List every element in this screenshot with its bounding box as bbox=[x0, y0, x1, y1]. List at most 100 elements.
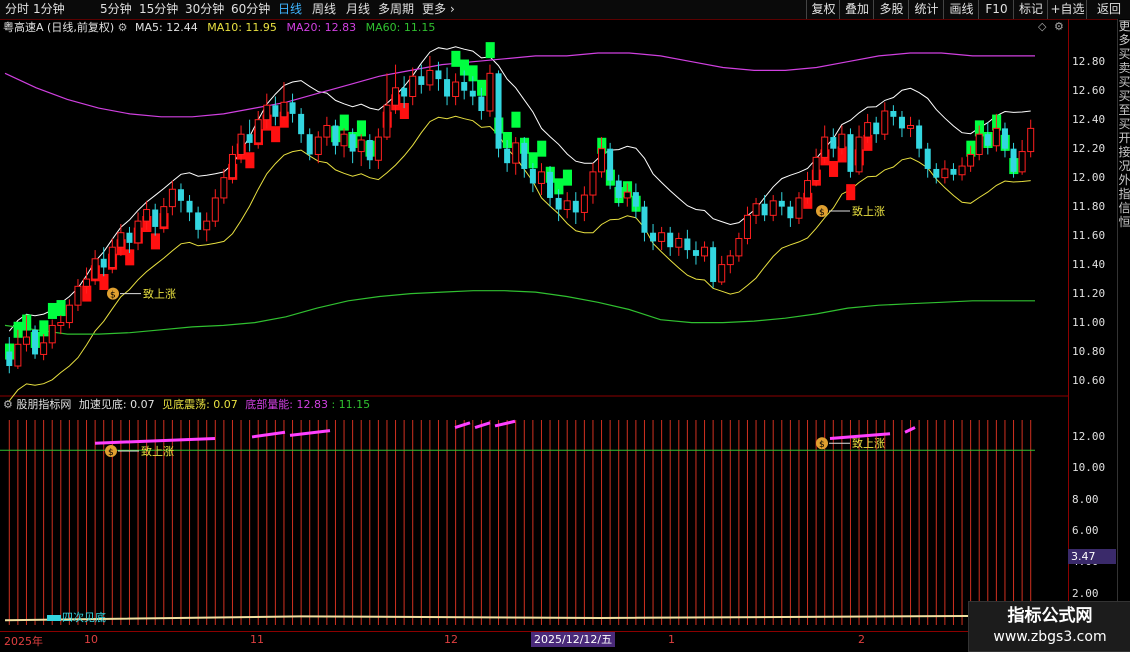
candle-body bbox=[804, 180, 812, 199]
candle-body bbox=[787, 206, 794, 219]
candle-body bbox=[1010, 148, 1017, 172]
candle-body bbox=[881, 110, 889, 135]
candle-body bbox=[357, 139, 365, 153]
price-tick-label: 11.80 bbox=[1072, 199, 1106, 213]
green-band-segment bbox=[356, 120, 366, 137]
side-char: 开 bbox=[1118, 131, 1130, 145]
candle-body bbox=[392, 87, 400, 106]
candle-body bbox=[83, 278, 91, 287]
date-axis: 2025年 10 11 12 2025/12/12/五 1 2 bbox=[0, 631, 1068, 651]
green-band-segment bbox=[829, 160, 839, 177]
candle-body bbox=[838, 133, 846, 150]
green-band-segment bbox=[339, 114, 349, 131]
price-tick-label: 12.20 bbox=[1072, 141, 1106, 155]
candle-body bbox=[289, 102, 296, 114]
price-tick-label: 10.60 bbox=[1072, 373, 1106, 387]
side-char: 多 bbox=[1118, 33, 1130, 47]
green-band-segment bbox=[562, 169, 572, 186]
candle-body bbox=[143, 209, 151, 222]
green-band-segment bbox=[245, 152, 255, 169]
candle-body bbox=[74, 285, 82, 306]
candle-body bbox=[675, 238, 683, 248]
date-label: 12 bbox=[444, 633, 458, 646]
candle-body bbox=[761, 203, 768, 216]
date-label: 2025年 bbox=[4, 635, 43, 648]
candle-body bbox=[933, 168, 940, 178]
candle-body bbox=[160, 206, 168, 228]
candle-body bbox=[598, 148, 606, 173]
signal-label: 致上涨 bbox=[852, 204, 885, 218]
candle-body bbox=[349, 134, 356, 152]
green-band-segment bbox=[451, 50, 461, 67]
candle-body bbox=[537, 171, 545, 184]
candle-body bbox=[100, 258, 107, 268]
back-button[interactable]: 返回 bbox=[1086, 0, 1130, 19]
candle-body bbox=[383, 104, 391, 138]
candle-body bbox=[726, 255, 734, 266]
price-chart[interactable]: $ 致上涨 $ 致上涨 $ 致上涨 $ 致上涨四次见底 bbox=[0, 0, 1068, 631]
candle-body bbox=[1027, 127, 1035, 153]
side-char: 况 bbox=[1118, 159, 1130, 173]
candle-body bbox=[607, 148, 614, 181]
candle-body bbox=[864, 122, 872, 138]
green-band-segment bbox=[150, 233, 160, 250]
price-tick-label: 12.00 bbox=[1072, 170, 1106, 184]
candle-body bbox=[984, 134, 991, 146]
green-band-segment bbox=[485, 42, 495, 59]
candle-body bbox=[907, 124, 915, 129]
candle-body bbox=[504, 148, 511, 164]
candle-body bbox=[795, 197, 803, 219]
candle-body bbox=[134, 220, 142, 244]
candle-body bbox=[752, 203, 760, 216]
candle-body bbox=[701, 246, 709, 257]
candle-body bbox=[306, 134, 313, 155]
candle-body bbox=[718, 264, 726, 283]
indicator-tick-label: 12.00 bbox=[1072, 429, 1106, 443]
candle-body bbox=[769, 200, 777, 216]
candle-body bbox=[220, 177, 228, 199]
candle-body bbox=[547, 171, 554, 198]
green-band-segment bbox=[56, 300, 66, 317]
indicator-curve bbox=[4, 614, 1036, 622]
indicator-tick-label: 8.00 bbox=[1072, 492, 1099, 506]
candle-body bbox=[512, 142, 520, 164]
price-tick-label: 11.40 bbox=[1072, 257, 1106, 271]
candle-body bbox=[873, 122, 880, 135]
green-band-segment bbox=[511, 111, 521, 128]
candle-body bbox=[211, 197, 219, 222]
candle-body bbox=[40, 342, 48, 355]
settings-icon[interactable]: ⚙ bbox=[3, 398, 13, 411]
candle-body bbox=[401, 87, 408, 97]
candle-body bbox=[332, 125, 339, 146]
side-info-strip[interactable]: 更多买卖买买至买开接况外指信恒 bbox=[1117, 19, 1130, 631]
indicator-name[interactable]: 股朋指标网 bbox=[16, 398, 71, 411]
candle-body bbox=[890, 111, 897, 117]
price-tick-label: 10.80 bbox=[1072, 344, 1106, 358]
price-tick-label: 11.60 bbox=[1072, 228, 1106, 242]
candle-body bbox=[272, 105, 279, 117]
candle-body bbox=[91, 258, 99, 280]
indicator-magenta-segment bbox=[251, 430, 286, 439]
candle-body bbox=[1018, 151, 1026, 173]
candle-body bbox=[743, 214, 751, 240]
candle-body bbox=[228, 153, 236, 179]
green-band-segment bbox=[271, 126, 281, 143]
candle-body bbox=[435, 70, 442, 80]
candle-body bbox=[177, 189, 184, 201]
side-char: 买 bbox=[1118, 47, 1130, 61]
candle-body bbox=[710, 247, 717, 282]
candle-body bbox=[340, 133, 348, 147]
candle-body bbox=[152, 209, 159, 227]
money-bag-glyph: $ bbox=[819, 208, 825, 218]
candle-body bbox=[22, 336, 30, 345]
signal-label: 致上涨 bbox=[141, 444, 174, 458]
candle-body bbox=[950, 168, 957, 175]
side-char: 买 bbox=[1118, 117, 1130, 131]
candle-body bbox=[529, 168, 536, 184]
accel-label: 加速见底: 0.07 bbox=[78, 398, 155, 411]
bottom-signal-marker bbox=[47, 615, 61, 621]
candle-body bbox=[830, 137, 837, 149]
candle-body bbox=[563, 200, 571, 211]
price-tick-label: 12.60 bbox=[1072, 83, 1106, 97]
candle-body bbox=[263, 104, 271, 121]
